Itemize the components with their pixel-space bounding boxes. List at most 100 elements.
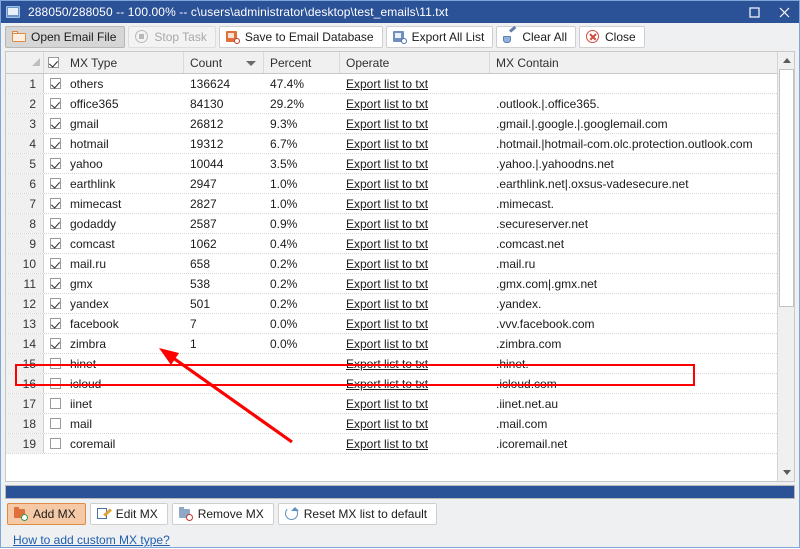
row-checkbox-cell[interactable] [44,194,66,213]
header-percent[interactable]: Percent [264,52,340,73]
row-checkbox-cell[interactable] [44,74,66,93]
row-checkbox-cell[interactable] [44,174,66,193]
row-checkbox-cell[interactable] [44,374,66,393]
export-list-to-txt-link[interactable]: Export list to txt [346,137,428,151]
header-operate[interactable]: Operate [340,52,490,73]
row-checkbox[interactable] [49,78,61,89]
row-checkbox[interactable] [49,378,61,389]
row-checkbox[interactable] [49,258,61,269]
row-checkbox-cell[interactable] [44,214,66,233]
table-row[interactable]: 18 mail Export list to txt .mail.com [6,414,777,434]
row-checkbox[interactable] [49,358,61,369]
table-row[interactable]: 10 mail.ru 658 0.2% Export list to txt .mail.… [6,254,777,274]
close-icon[interactable] [769,1,799,23]
table-row[interactable]: 1 others 136624 47.4% Export list to txt [6,74,777,94]
row-checkbox[interactable] [49,138,61,149]
row-checkbox[interactable] [49,278,61,289]
export-list-to-txt-link[interactable]: Export list to txt [346,377,428,391]
row-checkbox-cell[interactable] [44,114,66,133]
add-mx-button[interactable]: Add MX [7,503,86,525]
scrollbar-thumb[interactable] [779,69,794,307]
maximize-icon[interactable] [739,1,769,23]
row-checkbox-cell[interactable] [44,334,66,353]
export-list-to-txt-link[interactable]: Export list to txt [346,237,428,251]
row-checkbox[interactable] [49,178,61,189]
export-list-to-txt-link[interactable]: Export list to txt [346,157,428,171]
select-all-checkbox[interactable] [48,57,59,68]
row-checkbox[interactable] [49,218,61,229]
row-checkbox-cell[interactable] [44,314,66,333]
table-row[interactable]: 4 hotmail 19312 6.7% Export list to txt .hotm… [6,134,777,154]
table-corner-cell[interactable] [6,52,44,73]
table-row[interactable]: 16 icloud Export list to txt .icloud.com [6,374,777,394]
export-list-to-txt-link[interactable]: Export list to txt [346,317,428,331]
header-mx-contain[interactable]: MX Contain [490,52,777,73]
row-checkbox-cell[interactable] [44,354,66,373]
header-count[interactable]: Count [184,52,264,73]
export-list-to-txt-link[interactable]: Export list to txt [346,277,428,291]
close-button[interactable]: Close [579,26,645,48]
export-list-to-txt-link[interactable]: Export list to txt [346,117,428,131]
export-list-to-txt-link[interactable]: Export list to txt [346,357,428,371]
table-row[interactable]: 17 iinet Export list to txt .iinet.net.au [6,394,777,414]
row-checkbox-cell[interactable] [44,154,66,173]
table-row[interactable]: 6 earthlink 2947 1.0% Export list to txt .ear… [6,174,777,194]
row-checkbox[interactable] [49,158,61,169]
row-checkbox[interactable] [49,98,61,109]
row-checkbox-cell[interactable] [44,234,66,253]
row-checkbox-cell[interactable] [44,434,66,453]
row-checkbox-cell[interactable] [44,394,66,413]
export-list-to-txt-link[interactable]: Export list to txt [346,97,428,111]
table-row[interactable]: 2 office365 84130 29.2% Export list to txt .o… [6,94,777,114]
table-row[interactable]: 7 mimecast 2827 1.0% Export list to txt .mime… [6,194,777,214]
row-checkbox[interactable] [49,298,61,309]
table-vertical-scrollbar[interactable] [777,52,794,481]
edit-mx-button[interactable]: Edit MX [89,503,168,525]
row-checkbox[interactable] [49,398,61,409]
scroll-up-arrow-icon[interactable] [778,52,794,69]
row-checkbox-cell[interactable] [44,414,66,433]
export-list-to-txt-link[interactable]: Export list to txt [346,177,428,191]
header-mx-type[interactable]: MX Type [66,52,184,73]
table-row[interactable]: 3 gmail 26812 9.3% Export list to txt .gmail.… [6,114,777,134]
table-row[interactable]: 8 godaddy 2587 0.9% Export list to txt .secur… [6,214,777,234]
table-row[interactable]: 11 gmx 538 0.2% Export list to txt .gmx.com|.… [6,274,777,294]
row-checkbox[interactable] [49,118,61,129]
export-list-to-txt-link[interactable]: Export list to txt [346,417,428,431]
reset-mx-list-button[interactable]: Reset MX list to default [277,503,438,525]
export-list-to-txt-link[interactable]: Export list to txt [346,77,428,91]
table-row[interactable]: 19 coremail Export list to txt .icoremail.n… [6,434,777,454]
table-row[interactable]: 12 yandex 501 0.2% Export list to txt .yandex… [6,294,777,314]
table-row[interactable]: 15 hinet Export list to txt .hinet. [6,354,777,374]
how-to-add-custom-mx-link[interactable]: How to add custom MX type? [13,533,170,547]
save-to-email-database-button[interactable]: Save to Email Database [218,26,383,48]
row-checkbox-cell[interactable] [44,134,66,153]
table-row[interactable]: 13 facebook 7 0.0% Export list to txt .vvv.fa… [6,314,777,334]
export-list-to-txt-link[interactable]: Export list to txt [346,217,428,231]
row-checkbox-cell[interactable] [44,274,66,293]
row-checkbox[interactable] [49,438,61,449]
table-row[interactable]: 14 zimbra 1 0.0% Export list to txt .zimbra.c… [6,334,777,354]
export-list-to-txt-link[interactable]: Export list to txt [346,437,428,451]
scroll-down-arrow-icon[interactable] [778,464,794,481]
row-checkbox[interactable] [49,418,61,429]
row-checkbox-cell[interactable] [44,94,66,113]
export-list-to-txt-link[interactable]: Export list to txt [346,397,428,411]
export-list-to-txt-link[interactable]: Export list to txt [346,337,428,351]
stop-task-button[interactable]: Stop Task [128,26,216,48]
table-row[interactable]: 9 comcast 1062 0.4% Export list to txt .comca… [6,234,777,254]
clear-all-button[interactable]: Clear All [496,25,576,48]
row-checkbox[interactable] [49,338,61,349]
remove-mx-button[interactable]: Remove MX [171,503,274,525]
row-checkbox[interactable] [49,238,61,249]
row-checkbox-cell[interactable] [44,294,66,313]
open-email-file-button[interactable]: Open Email File [5,26,126,48]
export-all-list-button[interactable]: Export All List [385,26,494,48]
table-row[interactable]: 5 yahoo 10044 3.5% Export list to txt .yahoo.… [6,154,777,174]
export-list-to-txt-link[interactable]: Export list to txt [346,297,428,311]
export-list-to-txt-link[interactable]: Export list to txt [346,257,428,271]
row-checkbox[interactable] [49,318,61,329]
select-all-header-cell[interactable] [44,52,66,73]
export-list-to-txt-link[interactable]: Export list to txt [346,197,428,211]
row-checkbox-cell[interactable] [44,254,66,273]
